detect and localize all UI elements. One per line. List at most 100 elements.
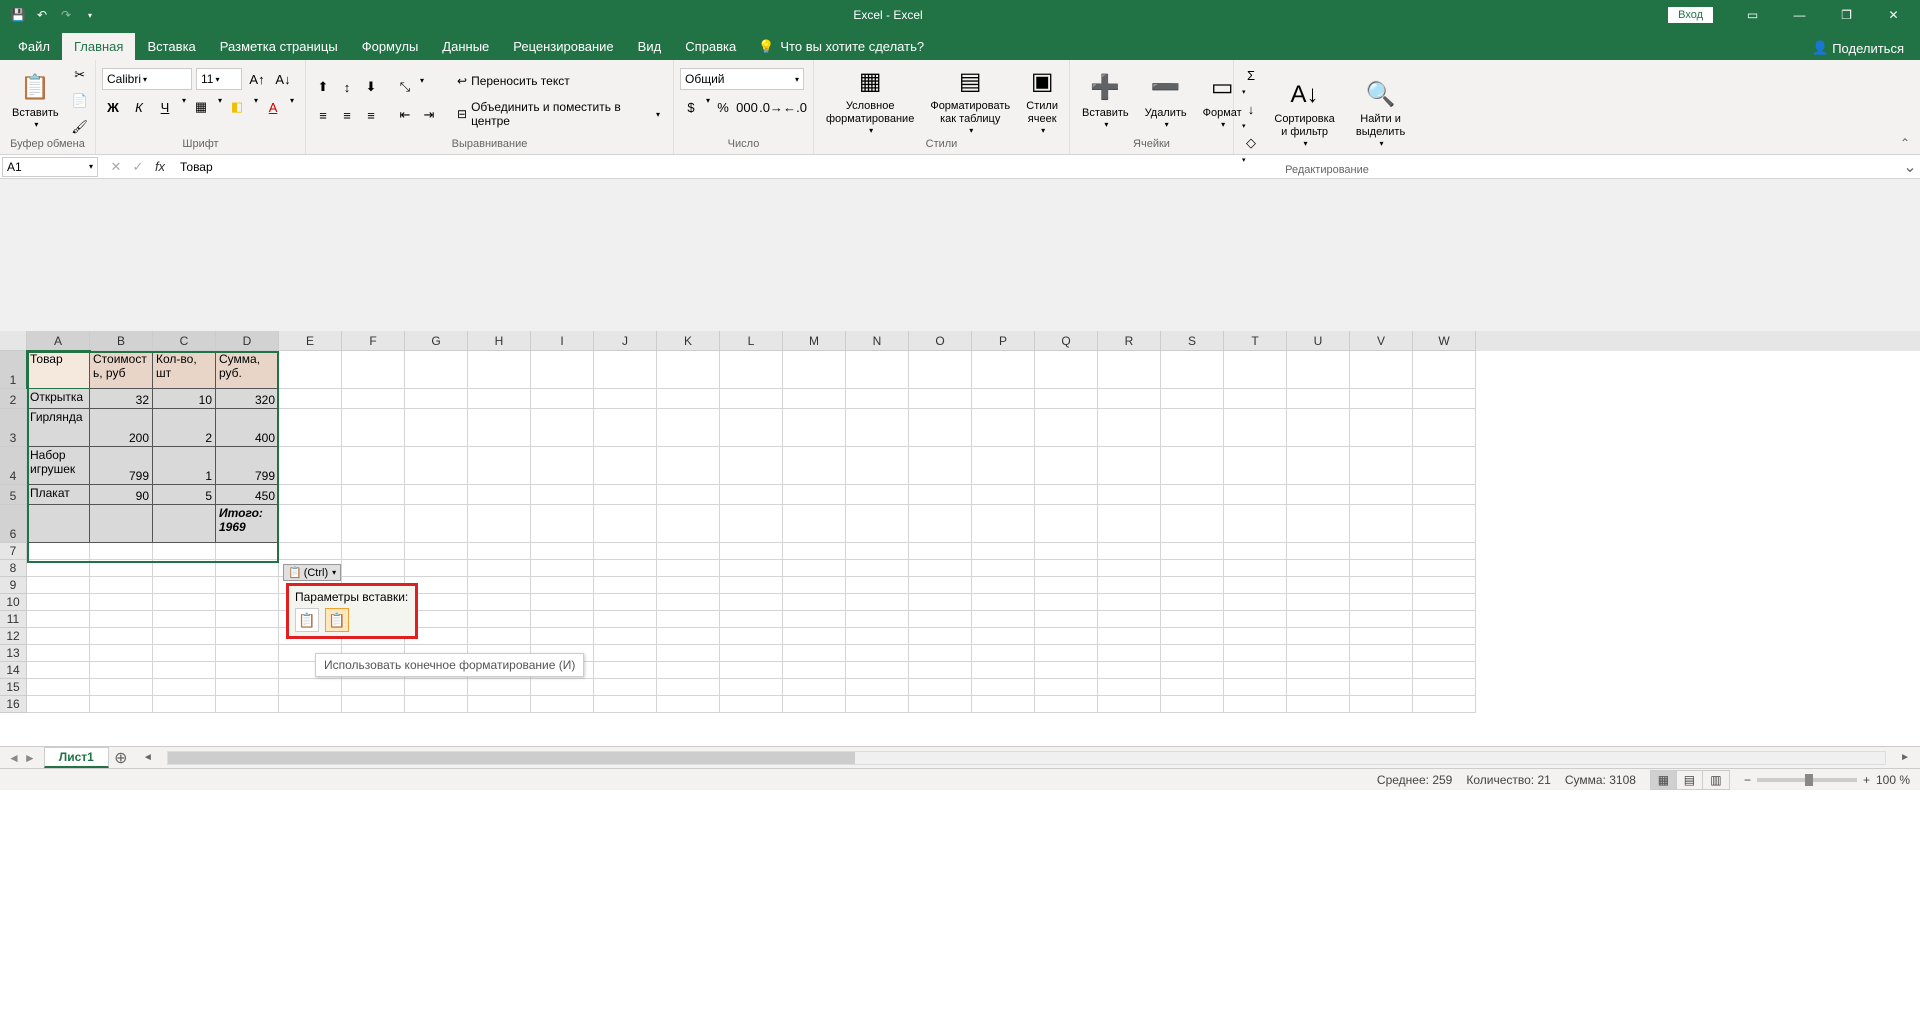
cell[interactable] [153,645,216,662]
tab-view[interactable]: Вид [626,33,674,60]
cell[interactable] [783,611,846,628]
new-sheet-icon[interactable]: ⊕ [109,748,133,768]
cell[interactable] [846,409,909,447]
cell[interactable] [468,409,531,447]
name-box[interactable]: A1▾ [2,157,98,177]
cell[interactable] [1224,351,1287,389]
cell[interactable] [594,560,657,577]
cell[interactable] [531,505,594,543]
zoom-level[interactable]: 100 % [1876,773,1910,787]
cell[interactable] [1035,628,1098,645]
cell[interactable] [90,577,153,594]
cell[interactable] [279,505,342,543]
cell[interactable] [783,447,846,485]
cell[interactable]: 450 [216,485,279,505]
cell[interactable] [1161,611,1224,628]
cell[interactable] [594,611,657,628]
row-header-13[interactable]: 13 [0,645,27,662]
cell[interactable] [90,662,153,679]
col-header-I[interactable]: I [531,331,594,351]
cell[interactable] [909,628,972,645]
cell[interactable] [1413,662,1476,679]
cell[interactable] [1287,645,1350,662]
expand-formula-icon[interactable]: ⌄ [1900,157,1920,177]
cell[interactable] [909,594,972,611]
cell[interactable] [783,628,846,645]
cell[interactable] [594,389,657,409]
cell[interactable] [468,679,531,696]
cell[interactable] [90,505,153,543]
share-button[interactable]: 👤 Поделиться [1802,36,1914,60]
cell[interactable]: 320 [216,389,279,409]
cell[interactable] [1413,447,1476,485]
cell[interactable] [342,351,405,389]
cell[interactable] [1098,505,1161,543]
cell[interactable] [1035,485,1098,505]
col-header-M[interactable]: M [783,331,846,351]
cell[interactable] [657,447,720,485]
cell[interactable] [405,351,468,389]
cell[interactable] [720,594,783,611]
cell[interactable] [342,560,405,577]
cell[interactable] [153,611,216,628]
col-header-R[interactable]: R [1098,331,1161,351]
undo-icon[interactable]: ↶ [34,7,50,23]
copy-icon[interactable]: 📄 [69,90,91,112]
cell[interactable] [342,389,405,409]
tab-help[interactable]: Справка [673,33,748,60]
cell[interactable] [1287,351,1350,389]
cell[interactable]: 1 [153,447,216,485]
cell[interactable] [909,679,972,696]
cell[interactable] [405,447,468,485]
tab-file[interactable]: Файл [6,33,62,60]
cell[interactable] [1413,696,1476,713]
align-left-icon[interactable]: ≡ [312,104,334,126]
bold-button[interactable]: Ж [102,96,124,118]
cell[interactable] [468,628,531,645]
align-middle-icon[interactable]: ↕ [336,76,358,98]
cell[interactable] [657,560,720,577]
sheet-tab-1[interactable]: Лист1 [44,747,109,768]
cell[interactable]: 2 [153,409,216,447]
signin-button[interactable]: Вход [1668,7,1713,23]
cell[interactable] [1035,611,1098,628]
col-header-L[interactable]: L [720,331,783,351]
cell[interactable] [594,447,657,485]
cell[interactable] [1035,389,1098,409]
borders-icon[interactable]: ▦ [190,96,212,118]
cell[interactable] [405,679,468,696]
paste-option-match-dest[interactable]: 📋 [325,608,349,632]
cell[interactable] [720,645,783,662]
cell[interactable] [531,447,594,485]
cell[interactable] [216,679,279,696]
cell[interactable] [972,543,1035,560]
tab-home[interactable]: Главная [62,33,135,60]
cell[interactable] [846,485,909,505]
cell[interactable] [531,409,594,447]
cell[interactable] [846,679,909,696]
cell[interactable] [1161,409,1224,447]
cell[interactable] [720,679,783,696]
cell[interactable] [27,594,90,611]
minimize-icon[interactable]: — [1777,0,1822,30]
cell[interactable] [657,485,720,505]
cell[interactable] [1224,505,1287,543]
save-icon[interactable]: 💾 [10,7,26,23]
cell[interactable] [342,485,405,505]
cell[interactable] [153,696,216,713]
cell[interactable] [279,351,342,389]
col-header-G[interactable]: G [405,331,468,351]
cell[interactable] [1035,409,1098,447]
cell[interactable] [909,389,972,409]
cell[interactable] [909,577,972,594]
cell[interactable]: 799 [216,447,279,485]
cell[interactable] [279,543,342,560]
close-icon[interactable]: ✕ [1871,0,1916,30]
cell[interactable] [405,505,468,543]
normal-view-icon[interactable]: ▦ [1651,771,1677,789]
cell[interactable] [405,696,468,713]
cell[interactable] [594,409,657,447]
cell[interactable] [909,409,972,447]
cell[interactable] [594,645,657,662]
cell[interactable] [1350,389,1413,409]
